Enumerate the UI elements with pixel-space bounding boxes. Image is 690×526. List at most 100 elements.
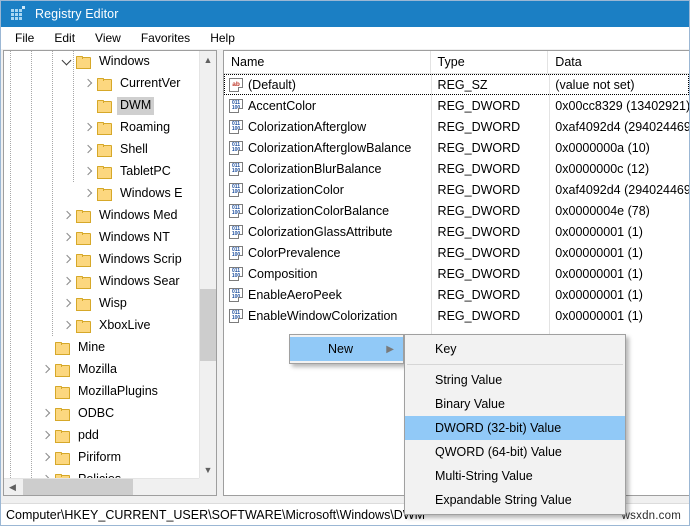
value-row[interactable]: 011 100 ColorizationColorBalance REG_DWORD 0… xyxy=(224,200,689,221)
tree-node[interactable]: Wisp xyxy=(4,293,200,315)
value-row[interactable]: 011 100 ColorizationGlassAttribute REG_DWOR… xyxy=(224,221,689,242)
tree-scroll-down-icon[interactable]: ▼ xyxy=(200,461,216,478)
menu-view[interactable]: View xyxy=(86,29,130,48)
value-row[interactable]: 011 100 ColorizationAfterglowBalance REG_DW… xyxy=(224,137,689,158)
context-menu-item[interactable]: DWORD (32-bit) Value xyxy=(405,416,625,440)
folder-icon xyxy=(76,253,91,267)
tree-node-label: Windows NT xyxy=(99,230,170,244)
value-data-cell: 0x00000001 (1) xyxy=(555,266,643,281)
tree-node-label: Wisp xyxy=(99,296,127,310)
tree-node[interactable]: Windows NT xyxy=(4,227,200,249)
value-row[interactable]: 011 100 ColorizationColor REG_DWORD 0xaf4092… xyxy=(224,179,689,200)
chevron-right-icon[interactable] xyxy=(81,120,97,136)
value-row[interactable]: 011 100 EnableWindowColorization REG_DWORD 0… xyxy=(224,305,689,326)
value-row[interactable]: 011 100 ColorPrevalence REG_DWORD 0x00000001… xyxy=(224,242,689,263)
tree-node[interactable]: Piriform xyxy=(4,447,200,469)
registry-tree[interactable]: Windows CurrentVer DWM Roaming Shell TabletPC… xyxy=(4,51,200,478)
column-header-type[interactable]: Type xyxy=(431,51,549,73)
value-row[interactable]: 011 100 EnableAeroPeek REG_DWORD 0x00000001 … xyxy=(224,284,689,305)
menu-bar: File Edit View Favorites Help xyxy=(1,27,689,49)
value-name-cell: 011 100 ColorizationColorBalance xyxy=(224,203,431,218)
tree-node[interactable]: TabletPC xyxy=(4,161,200,183)
tree-node[interactable]: Windows Sear xyxy=(4,271,200,293)
folder-icon xyxy=(55,451,70,465)
menu-file[interactable]: File xyxy=(6,29,43,48)
tree-node[interactable]: Shell xyxy=(4,139,200,161)
value-row[interactable]: ab (Default) REG_SZ (value not set) xyxy=(224,74,689,95)
chevron-right-icon[interactable] xyxy=(39,450,55,466)
tree-node[interactable]: ODBC xyxy=(4,403,200,425)
menu-favorites[interactable]: Favorites xyxy=(132,29,199,48)
value-name: EnableAeroPeek xyxy=(248,287,342,302)
chevron-right-icon[interactable] xyxy=(39,362,55,378)
folder-icon xyxy=(97,165,112,179)
context-menu-item[interactable]: Multi-String Value xyxy=(405,464,625,488)
context-menu-item[interactable]: Expandable String Value xyxy=(405,488,625,512)
tree-node[interactable]: Policies xyxy=(4,469,200,478)
tree-vscroll-thumb[interactable] xyxy=(200,289,216,361)
value-type-cell: REG_DWORD xyxy=(437,119,521,134)
dword-value-icon: 011 100 xyxy=(229,161,243,176)
tree-node[interactable]: Roaming xyxy=(4,117,200,139)
value-data-cell: 0x0000004e (78) xyxy=(555,203,650,218)
tree-node[interactable]: Windows E xyxy=(4,183,200,205)
tree-vertical-scrollbar[interactable]: ▲ ▼ xyxy=(199,51,216,478)
chevron-right-icon[interactable] xyxy=(60,274,76,290)
value-row[interactable]: 011 100 ColorizationBlurBalance REG_DWORD 0x… xyxy=(224,158,689,179)
value-row[interactable]: 011 100 AccentColor REG_DWORD 0x00cc8329 (13… xyxy=(224,95,689,116)
context-menu-new: New ▶ xyxy=(289,334,404,364)
value-name: ColorizationAfterglow xyxy=(248,119,367,134)
value-name-cell: ab (Default) xyxy=(224,77,431,92)
column-header-data[interactable]: Data xyxy=(548,51,689,73)
value-name: ColorPrevalence xyxy=(248,245,341,260)
tree-scroll-left-icon[interactable]: ◀ xyxy=(4,479,21,495)
value-name-cell: 011 100 ColorizationBlurBalance xyxy=(224,161,431,176)
value-name: Composition xyxy=(248,266,318,281)
dword-value-icon: 011 100 xyxy=(229,287,243,302)
tree-hscroll-thumb[interactable] xyxy=(23,479,133,495)
value-type-cell: REG_DWORD xyxy=(437,287,521,302)
value-name-cell: 011 100 EnableWindowColorization xyxy=(224,308,431,323)
context-menu-item[interactable]: String Value xyxy=(405,368,625,392)
chevron-right-icon[interactable] xyxy=(39,428,55,444)
context-menu-item-new[interactable]: New ▶ xyxy=(290,337,403,361)
tree-node[interactable]: Mozilla xyxy=(4,359,200,381)
tree-node-label: pdd xyxy=(78,428,99,442)
tree-node[interactable]: pdd xyxy=(4,425,200,447)
tree-node-label: Windows E xyxy=(120,186,183,200)
chevron-right-icon[interactable] xyxy=(60,318,76,334)
value-data-cell: 0x00000001 (1) xyxy=(555,245,643,260)
chevron-right-icon[interactable] xyxy=(60,252,76,268)
tree-node[interactable]: MozillaPlugins xyxy=(4,381,200,403)
chevron-right-icon[interactable] xyxy=(81,186,97,202)
chevron-right-icon[interactable] xyxy=(60,230,76,246)
chevron-right-icon[interactable] xyxy=(81,142,97,158)
tree-horizontal-scrollbar[interactable]: ◀ ▶ xyxy=(4,478,216,495)
menu-edit[interactable]: Edit xyxy=(45,29,84,48)
chevron-right-icon[interactable] xyxy=(60,208,76,224)
tree-node-label: DWM xyxy=(117,97,155,115)
chevron-right-icon[interactable] xyxy=(81,76,97,92)
tree-node[interactable]: Mine xyxy=(4,337,200,359)
value-type-cell: REG_DWORD xyxy=(437,98,521,113)
folder-icon xyxy=(76,209,91,223)
chevron-right-icon[interactable] xyxy=(60,296,76,312)
value-type-cell: REG_DWORD xyxy=(437,140,521,155)
tree-node[interactable]: CurrentVer xyxy=(4,73,200,95)
chevron-right-icon[interactable] xyxy=(81,164,97,180)
tree-scroll-up-icon[interactable]: ▲ xyxy=(200,51,216,68)
tree-node[interactable]: XboxLive xyxy=(4,315,200,337)
value-row[interactable]: 011 100 ColorizationAfterglow REG_DWORD 0xaf… xyxy=(224,116,689,137)
tree-node[interactable]: Windows xyxy=(4,51,200,73)
context-menu-item[interactable]: QWORD (64-bit) Value xyxy=(405,440,625,464)
chevron-right-icon[interactable] xyxy=(39,406,55,422)
tree-node[interactable]: DWM xyxy=(4,95,200,117)
column-header-name[interactable]: Name xyxy=(224,51,431,73)
tree-node[interactable]: Windows Med xyxy=(4,205,200,227)
context-menu-item[interactable]: Binary Value xyxy=(405,392,625,416)
menu-help[interactable]: Help xyxy=(201,29,244,48)
tree-node[interactable]: Windows Scrip xyxy=(4,249,200,271)
value-row[interactable]: 011 100 Composition REG_DWORD 0x00000001 (1) xyxy=(224,263,689,284)
context-menu-item[interactable]: Key xyxy=(405,337,625,361)
